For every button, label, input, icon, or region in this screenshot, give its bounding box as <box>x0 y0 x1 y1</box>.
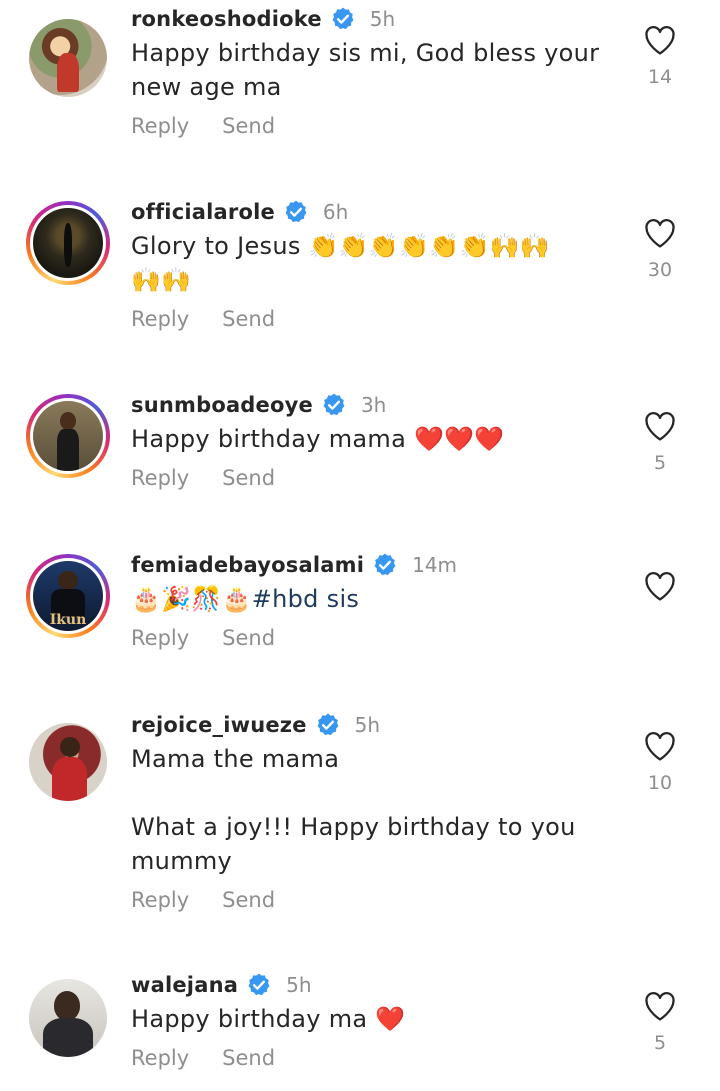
comment-timestamp: 5h <box>354 713 381 737</box>
send-button[interactable]: Send <box>222 466 275 490</box>
avatar[interactable]: Ikun <box>26 554 110 638</box>
comment-text: Mama the mama What a joy!!! Happy birthd… <box>131 745 576 875</box>
comment-timestamp: 14m <box>412 553 458 577</box>
like-count: 5 <box>653 1032 667 1054</box>
heart-icon[interactable] <box>643 410 677 442</box>
comment-username[interactable]: officialarole <box>131 200 275 224</box>
avatar-overlay-text: Ikun <box>49 612 87 629</box>
comment-timestamp: 5h <box>286 973 312 997</box>
heart-icon[interactable] <box>643 24 677 56</box>
comment-username[interactable]: rejoice_iwueze <box>131 713 307 737</box>
avatar[interactable] <box>26 976 110 1060</box>
comment-text: Happy birthday sis mi, God bless your ne… <box>131 39 600 101</box>
comment-username[interactable]: femiadebayosalami <box>131 553 364 577</box>
avatar[interactable] <box>26 16 110 100</box>
reply-button[interactable]: Reply <box>131 466 189 490</box>
verified-badge-icon <box>374 553 396 576</box>
send-button[interactable]: Send <box>222 307 275 331</box>
comment-username[interactable]: walejana <box>131 973 238 997</box>
verified-badge-icon <box>332 7 354 30</box>
avatar[interactable] <box>26 394 110 478</box>
reply-button[interactable]: Reply <box>131 114 189 138</box>
heart-icon[interactable] <box>643 730 677 762</box>
send-button[interactable]: Send <box>222 114 275 138</box>
comment-text: Happy birthday mama ❤️❤️❤️ <box>131 425 505 453</box>
reply-button[interactable]: Reply <box>131 1046 189 1070</box>
like-count: 14 <box>647 66 673 88</box>
comment-text: Happy birthday ma ❤️ <box>131 1005 406 1033</box>
comment-timestamp: 5h <box>369 7 396 31</box>
comment-text: 🎂🎉🎊🎂#hbd sis <box>131 585 360 613</box>
heart-icon[interactable] <box>643 990 677 1022</box>
heart-icon[interactable] <box>643 570 677 602</box>
send-button[interactable]: Send <box>222 888 275 912</box>
verified-badge-icon <box>317 713 339 736</box>
comment-timestamp: 3h <box>360 393 387 417</box>
send-button[interactable]: Send <box>222 626 275 650</box>
reply-button[interactable]: Reply <box>131 888 189 912</box>
comment-text: Glory to Jesus 👏👏👏👏👏👏🙌🙌 🙌🙌 <box>131 232 551 294</box>
avatar[interactable] <box>26 201 110 285</box>
reply-button[interactable]: Reply <box>131 626 189 650</box>
comment-username[interactable]: ronkeoshodioke <box>131 7 322 31</box>
comment-timestamp: 6h <box>322 200 349 224</box>
like-count: 10 <box>647 772 673 794</box>
comment-username[interactable]: sunmboadeoye <box>131 393 313 417</box>
like-count: 30 <box>647 259 673 281</box>
verified-badge-icon <box>285 200 307 223</box>
send-button[interactable]: Send <box>222 1046 275 1070</box>
heart-icon[interactable] <box>643 217 677 249</box>
avatar[interactable] <box>26 720 110 804</box>
verified-badge-icon <box>248 973 270 996</box>
like-count: 5 <box>653 452 667 474</box>
verified-badge-icon <box>323 393 345 416</box>
reply-button[interactable]: Reply <box>131 307 189 331</box>
